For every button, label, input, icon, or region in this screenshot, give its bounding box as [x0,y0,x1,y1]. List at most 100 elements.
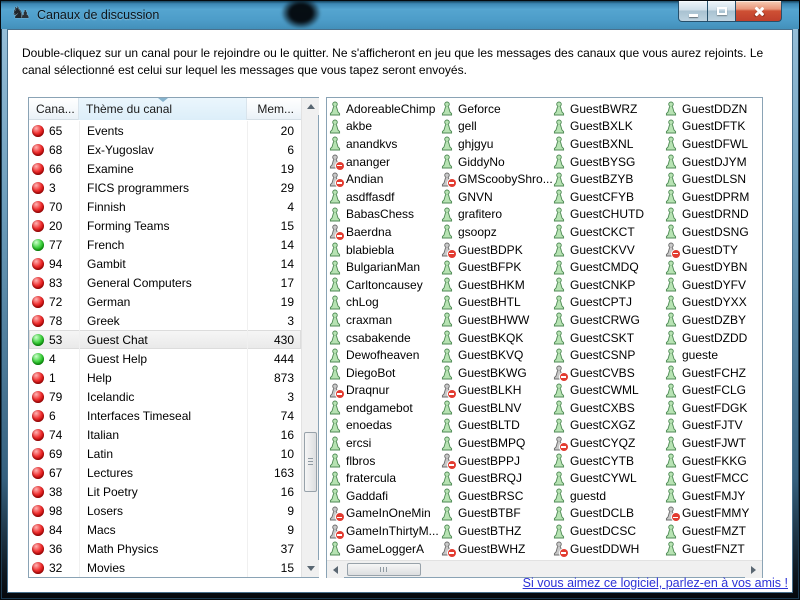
user-item[interactable]: GMScoobyShro... [441,170,553,188]
share-link[interactable]: Si vous aimez ce logiciel, parlez-en à v… [523,576,788,590]
user-item[interactable]: GuestBTHZ [441,522,553,540]
user-item[interactable]: GuestCMDQ [553,258,665,276]
channel-row[interactable]: 53Guest Chat430 [29,330,301,349]
user-item[interactable]: Baerdna [329,223,441,241]
channels-vertical-scrollbar[interactable] [301,98,318,577]
user-item[interactable]: GameInOneMin [329,505,441,523]
user-item[interactable]: asdffasdf [329,188,441,206]
user-item[interactable]: GuestFDGK [665,399,762,417]
user-item[interactable]: GuestDTY [665,241,762,259]
user-item[interactable]: gell [441,118,553,136]
user-item[interactable]: GameInThirtyM... [329,522,441,540]
column-header-theme[interactable]: Thème du canal [79,98,247,120]
user-item[interactable]: GuestDYXX [665,294,762,312]
user-item[interactable]: GuestCSKT [553,329,665,347]
user-item[interactable]: GuestBLKH [441,382,553,400]
horizontal-scrollbar-thumb[interactable] [347,563,421,576]
user-item[interactable]: GuestDYBN [665,258,762,276]
user-item[interactable]: GuestDCLB [553,505,665,523]
user-item[interactable]: ananger [329,153,441,171]
channel-row[interactable]: 94Gambit14 [29,254,301,273]
user-item[interactable]: GuestCKVV [553,241,665,259]
user-item[interactable]: GuestDLSN [665,170,762,188]
user-item[interactable]: Andian [329,170,441,188]
user-item[interactable]: BulgarianMan [329,258,441,276]
user-item[interactable]: GuestBZYB [553,170,665,188]
user-item[interactable]: GuestBWHZ [441,540,553,558]
user-item[interactable]: GuestBPPJ [441,452,553,470]
user-item[interactable]: GuestBTBF [441,505,553,523]
user-item[interactable]: GuestCHUTD [553,206,665,224]
user-item[interactable]: GuestBMPQ [441,434,553,452]
user-item[interactable]: GuestCYQZ [553,434,665,452]
user-item[interactable]: GNVN [441,188,553,206]
user-item[interactable]: GuestBYSG [553,153,665,171]
user-item[interactable]: GuestFCHZ [665,364,762,382]
user-item[interactable]: GameLoggerA [329,540,441,558]
user-item[interactable]: GuestFMZT [665,522,762,540]
user-item[interactable]: AdoreableChimp [329,100,441,118]
user-item[interactable]: GuestBHTL [441,294,553,312]
scroll-up-button[interactable] [302,98,319,115]
user-item[interactable]: GuestBFPK [441,258,553,276]
user-item[interactable]: GuestDDZN [665,100,762,118]
user-item[interactable]: GuestBRQJ [441,469,553,487]
user-item[interactable]: guestd [553,487,665,505]
user-item[interactable]: GuestFJTV [665,417,762,435]
channel-row[interactable]: 68Ex-Yugoslav6 [29,140,301,159]
user-item[interactable]: GuestBDPK [441,241,553,259]
user-item[interactable]: GuestBWRZ [553,100,665,118]
channel-row[interactable]: 3FICS programmers29 [29,178,301,197]
maximize-button[interactable] [708,1,736,22]
user-item[interactable]: endgamebot [329,399,441,417]
user-item[interactable]: flbros [329,452,441,470]
user-item[interactable]: GuestDZBY [665,311,762,329]
user-item[interactable]: GuestDFTK [665,118,762,136]
user-item[interactable]: ghjgyu [441,135,553,153]
user-item[interactable]: GuestFJWT [665,434,762,452]
user-item[interactable]: enoedas [329,417,441,435]
user-item[interactable]: GuestCYWL [553,469,665,487]
user-item[interactable]: GuestFMCC [665,469,762,487]
user-item[interactable]: GuestCRWG [553,311,665,329]
minimize-button[interactable] [678,1,708,22]
user-item[interactable]: akbe [329,118,441,136]
user-item[interactable]: GuestCWML [553,382,665,400]
scroll-left-button[interactable] [327,561,344,578]
user-item[interactable]: GuestFMJY [665,487,762,505]
channel-row[interactable]: 70Finnish4 [29,197,301,216]
user-item[interactable]: GuestBLNV [441,399,553,417]
channel-row[interactable]: 20Forming Teams15 [29,216,301,235]
user-item[interactable]: GuestFNZT [665,540,762,558]
user-item[interactable]: gueste [665,346,762,364]
titlebar[interactable]: ♞♟ Canaux de discussion [1,1,799,29]
channel-row[interactable]: 67Lectures163 [29,463,301,482]
user-item[interactable]: csabakende [329,329,441,347]
user-item[interactable]: GiddyNo [441,153,553,171]
user-item[interactable]: GuestBHWW [441,311,553,329]
close-button[interactable] [736,1,782,22]
column-header-channel[interactable]: Cana... [29,98,79,120]
user-item[interactable]: Geforce [441,100,553,118]
channel-row[interactable]: 4Guest Help444 [29,349,301,368]
channel-row[interactable]: 77French14 [29,235,301,254]
channel-row[interactable]: 65Events20 [29,121,301,140]
user-item[interactable]: GuestBLTD [441,417,553,435]
user-item[interactable]: GuestBRSC [441,487,553,505]
user-item[interactable]: GuestBXNL [553,135,665,153]
user-item[interactable]: Gaddafi [329,487,441,505]
user-item[interactable]: GuestDSNG [665,223,762,241]
users-horizontal-scrollbar[interactable] [327,560,762,577]
user-item[interactable]: GuestFCLG [665,382,762,400]
channel-row[interactable]: 66Examine19 [29,159,301,178]
channel-row[interactable]: 32Movies15 [29,558,301,577]
user-item[interactable]: GuestCNKP [553,276,665,294]
user-item[interactable]: gsoopz [441,223,553,241]
user-item[interactable]: GuestBKVQ [441,346,553,364]
user-item[interactable]: GuestBHKM [441,276,553,294]
channel-row[interactable]: 38Lit Poetry16 [29,482,301,501]
user-item[interactable]: grafitero [441,206,553,224]
user-item[interactable]: GuestFMMY [665,505,762,523]
user-item[interactable]: Dewofheaven [329,346,441,364]
user-item[interactable]: GuestDYFV [665,276,762,294]
